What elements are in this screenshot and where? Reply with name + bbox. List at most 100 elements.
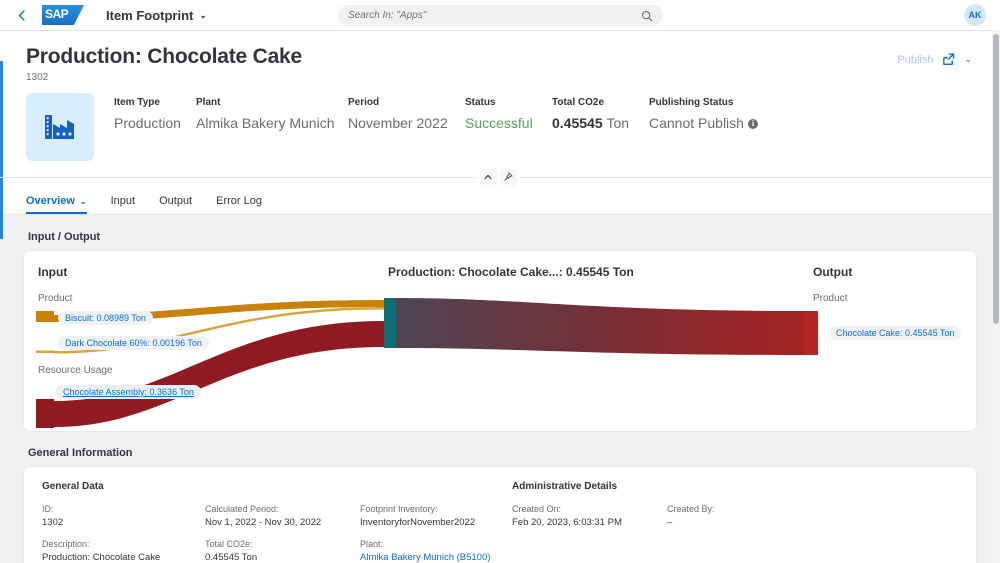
sankey-group-resource-usage: Resource Usage	[38, 365, 113, 376]
tab-overview[interactable]: Overview ⌄	[26, 195, 97, 214]
sankey-node-production[interactable]	[384, 298, 396, 348]
search-icon[interactable]	[641, 10, 653, 22]
tab-output[interactable]: Output	[159, 195, 202, 214]
scrollbar-thumb[interactable]	[993, 34, 999, 324]
back-icon[interactable]	[10, 4, 32, 26]
field-label: Total CO2e:	[205, 539, 253, 549]
field-label: Created On:	[512, 504, 562, 514]
share-glyph	[943, 53, 955, 66]
facet-total-co2e: Total CO2e 0.45545 Ton	[552, 97, 649, 131]
sankey-node-dark-chocolate[interactable]	[36, 350, 54, 354]
sankey-label-biscuit[interactable]: Biscuit: 0.08989 Ton	[58, 311, 153, 325]
field-value: InventoryforNovember2022	[360, 517, 476, 528]
sap-logo-shape: SAP	[42, 5, 84, 25]
facet-value: 0.45545 Ton	[552, 115, 649, 131]
general-data-column-3: Footprint Inventory: InventoryforNovembe…	[360, 504, 512, 563]
tab-error-log[interactable]: Error Log	[216, 195, 272, 214]
tab-label: Output	[159, 195, 193, 207]
pin-icon	[504, 172, 513, 181]
search-box[interactable]	[338, 5, 663, 26]
general-data-column-1: ID: 1302 Description: Production: Chocol…	[42, 504, 205, 563]
admin-column-1: Created On: Feb 20, 2023, 6:03:31 PM	[512, 504, 667, 539]
field-created-by: Created By: –	[667, 504, 822, 528]
tab-bar: Overview ⌄ Input Output Error Log	[0, 187, 996, 215]
vertical-scrollbar[interactable]	[992, 30, 1000, 563]
field-id: ID: 1302	[42, 504, 205, 528]
general-data-block: General Data ID: 1302 Description: Produ…	[42, 481, 512, 563]
facet-label: Plant	[196, 97, 221, 108]
page-subtitle: 1302	[26, 72, 49, 83]
admin-column-2: Created By: –	[667, 504, 822, 539]
sankey-header-center: Production: Chocolate Cake...: 0.45545 T…	[388, 265, 634, 279]
sankey-node-chocolate-assembly[interactable]	[36, 399, 54, 428]
sankey-label-chocolate-cake[interactable]: Chocolate Cake: 0.45545 Ton	[829, 326, 962, 340]
pin-header-button[interactable]	[499, 168, 517, 186]
facet-publishing-status: Publishing Status Cannot Publish i	[649, 97, 758, 131]
sankey-label-chocolate-assembly[interactable]: Chocolate Assembly: 0.3636 Ton	[56, 385, 201, 399]
field-value: Nov 1, 2022 - Nov 30, 2022	[205, 517, 322, 528]
object-header-content: Item Type Production Plant Almika Bakery…	[0, 91, 996, 167]
header-collapse-buttons	[475, 168, 521, 186]
sap-logo[interactable]: SAP	[42, 5, 84, 26]
sankey-header-output: Output	[813, 265, 853, 279]
general-data-grid: ID: 1302 Description: Production: Chocol…	[42, 504, 512, 563]
item-footprint-page: SAP Item Footprint ⌄ AK Production: Choc…	[0, 0, 1000, 563]
co2e-number: 0.45545	[552, 115, 603, 131]
header-actions: Publish ⌄	[897, 53, 972, 66]
avatar[interactable]: AK	[964, 4, 986, 26]
object-title-row: Production: Chocolate Cake 1302 Publish …	[0, 31, 996, 91]
general-information-columns: General Data ID: 1302 Description: Produ…	[42, 481, 958, 563]
header-collapse-row	[0, 167, 996, 187]
page-title: Production: Chocolate Cake	[26, 45, 303, 68]
overflow-chevron-icon[interactable]: ⌄	[964, 54, 972, 65]
facet-period: Period November 2022	[348, 97, 465, 131]
sankey-chart-card: Input Production: Chocolate Cake...: 0.4…	[24, 251, 976, 431]
shell-bar: SAP Item Footprint ⌄ AK	[0, 0, 1000, 30]
facet-plant: Plant Almika Bakery Munich	[196, 97, 348, 131]
facet-label: Total CO2e	[552, 97, 605, 108]
publish-button[interactable]: Publish	[897, 54, 933, 66]
collapse-header-button[interactable]	[479, 168, 497, 186]
field-calculated-period: Calculated Period: Nov 1, 2022 - Nov 30,…	[205, 504, 360, 528]
sankey-label-dark-chocolate[interactable]: Dark Chocolate 60%: 0.00196 Ton	[58, 336, 209, 350]
share-icon[interactable]	[942, 53, 955, 66]
section-title-general-information: General Information	[28, 447, 133, 459]
field-value: 1302	[42, 517, 64, 528]
tab-label: Overview	[26, 195, 75, 207]
chevron-left-glyph	[18, 9, 25, 21]
field-description: Description: Production: Chocolate Cake	[42, 539, 205, 563]
object-page-header: Production: Chocolate Cake 1302 Publish …	[0, 30, 996, 239]
field-value: Feb 20, 2023, 6:03:31 PM	[512, 517, 622, 528]
field-value: Production: Chocolate Cake	[42, 552, 161, 563]
info-icon[interactable]: i	[747, 119, 758, 129]
general-information-section: General Information General Data ID: 130…	[24, 441, 976, 563]
section-title-input-output: Input / Output	[28, 231, 101, 243]
field-value: 0.45545 Ton	[205, 552, 258, 563]
facet-value: Production	[114, 115, 181, 131]
sankey-group-output-product: Product	[813, 293, 848, 304]
sankey-node-chocolate-cake[interactable]	[804, 311, 818, 355]
administrative-details-block: Administrative Details Created On: Feb 2…	[512, 481, 958, 563]
sankey-group-input-product: Product	[38, 293, 73, 304]
co2e-unit: Ton	[606, 115, 630, 131]
sankey-link-chocolate-cake[interactable]	[396, 298, 804, 355]
general-data-column-2: Calculated Period: Nov 1, 2022 - Nov 30,…	[205, 504, 360, 563]
plant-link[interactable]: Almika Bakery Munich (B5100)	[360, 552, 512, 563]
general-information-card: General Data ID: 1302 Description: Produ…	[24, 467, 976, 563]
chevron-down-icon: ⌄	[199, 9, 207, 20]
header-facets: Item Type Production Plant Almika Bakery…	[114, 91, 978, 131]
field-footprint-inventory: Footprint Inventory: InventoryforNovembe…	[360, 504, 512, 528]
chevron-down-icon: ⌄	[79, 196, 87, 206]
search-input[interactable]	[348, 10, 641, 21]
input-output-section: Input / Output Input Production: Chocola…	[24, 225, 976, 431]
app-title-menu[interactable]: Item Footprint ⌄	[106, 8, 207, 23]
field-created-on: Created On: Feb 20, 2023, 6:03:31 PM	[512, 504, 667, 528]
sankey-node-biscuit[interactable]	[36, 311, 54, 322]
app-title-label: Item Footprint	[106, 7, 194, 23]
tab-input[interactable]: Input	[111, 195, 145, 214]
tab-label: Error Log	[216, 195, 262, 207]
sap-logo-text: SAP	[45, 7, 69, 21]
publishing-status-text: Cannot Publish	[649, 115, 744, 131]
factory-glyph	[45, 115, 74, 139]
field-label: Footprint Inventory:	[360, 504, 438, 514]
